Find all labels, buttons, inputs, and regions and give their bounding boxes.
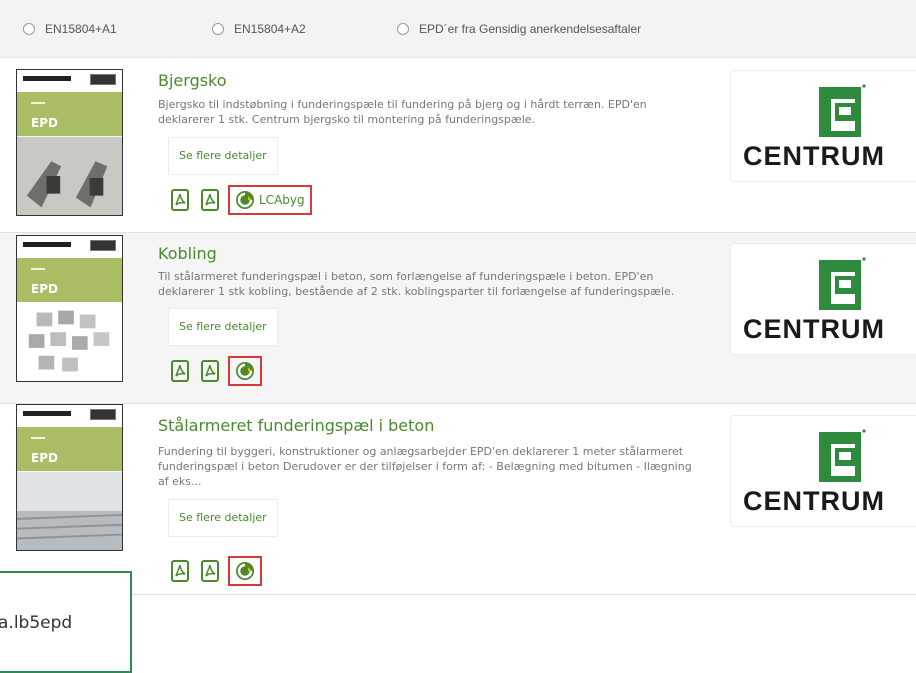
pdf-download-icon[interactable]: [170, 360, 190, 382]
centrum-logo-mark: [819, 429, 866, 482]
manufacturer-logo: CENTRUM: [730, 415, 916, 527]
see-details-button[interactable]: Se flere detaljer: [168, 137, 278, 175]
row-divider: [0, 594, 916, 595]
pdf-download-icon[interactable]: [200, 360, 220, 382]
epd-cover-thumbnail[interactable]: EPD: [16, 235, 123, 382]
product-photo: [17, 302, 122, 381]
filter-radio-en15804-a2[interactable]: EN15804+A2: [212, 20, 306, 38]
product-description: Til stålarmeret funderingspæl i beton, s…: [158, 270, 675, 298]
product-description: Fundering til byggeri, konstruktioner og…: [158, 445, 692, 488]
filter-bar: EN15804+A1 EN15804+A2 EPD´er fra Gensidi…: [0, 0, 916, 58]
product-row: EPD Stålarmeret funderingspæl i beton Fu…: [0, 404, 916, 594]
filter-radio-en15804-a1[interactable]: EN15804+A1: [23, 20, 117, 38]
tooltip-text: a.lb5epd: [0, 613, 73, 633]
lcabyg-button[interactable]: LCAbyg: [228, 185, 312, 215]
product-title[interactable]: Bjergsko: [158, 71, 227, 90]
download-icons: [170, 556, 262, 586]
download-icons: LCAbyg: [170, 185, 312, 215]
logo-wordmark: CENTRUM: [743, 314, 885, 344]
link-tooltip: a.lb5epd: [0, 571, 132, 673]
epd-cover-thumbnail[interactable]: EPD: [16, 69, 123, 216]
lcabyg-icon: [236, 562, 254, 580]
product-photo: [17, 471, 122, 550]
centrum-logo-mark: [819, 84, 866, 137]
product-row: EPD Bjergsko Bjergsko til indstøbning i …: [0, 57, 916, 232]
see-details-button[interactable]: Se flere detaljer: [168, 499, 278, 537]
lcabyg-button[interactable]: [228, 356, 262, 386]
filter-label: EN15804+A1: [45, 22, 117, 36]
lcabyg-icon: [236, 191, 254, 209]
pdf-download-icon[interactable]: [200, 560, 220, 582]
centrum-logo-mark: [819, 257, 866, 310]
product-photo: [17, 136, 122, 215]
manufacturer-logo: CENTRUM: [730, 243, 916, 355]
lcabyg-button[interactable]: [228, 556, 262, 586]
logo-wordmark: CENTRUM: [743, 486, 885, 516]
lcabyg-label: LCAbyg: [259, 193, 305, 207]
filter-radio-mutual-recognition[interactable]: EPD´er fra Gensidig anerkendelsesaftaler: [397, 20, 641, 38]
radio-circle-icon[interactable]: [23, 23, 35, 35]
pdf-download-icon[interactable]: [170, 189, 190, 211]
epd-badge: EPD: [31, 116, 58, 130]
product-title[interactable]: Stålarmeret funderingspæl i beton: [158, 416, 434, 435]
download-icons: [170, 356, 262, 386]
epd-badge: EPD: [31, 451, 58, 465]
manufacturer-logo: CENTRUM: [730, 70, 916, 182]
pdf-download-icon[interactable]: [200, 189, 220, 211]
radio-circle-icon[interactable]: [397, 23, 409, 35]
pdf-download-icon[interactable]: [170, 560, 190, 582]
see-details-button[interactable]: Se flere detaljer: [168, 308, 278, 346]
epd-cover-thumbnail[interactable]: EPD: [16, 404, 123, 551]
filter-label: EN15804+A2: [234, 22, 306, 36]
product-title[interactable]: Kobling: [158, 244, 217, 263]
filter-label: EPD´er fra Gensidig anerkendelsesaftaler: [419, 22, 642, 36]
lcabyg-icon: [236, 362, 254, 380]
logo-wordmark: CENTRUM: [743, 141, 885, 171]
product-row: EPD Kobling Til stålarmeret funderingspæ…: [0, 233, 916, 403]
product-description: Bjergsko til indstøbning i funderingspæl…: [158, 98, 647, 126]
radio-circle-icon[interactable]: [212, 23, 224, 35]
epd-badge: EPD: [31, 282, 58, 296]
